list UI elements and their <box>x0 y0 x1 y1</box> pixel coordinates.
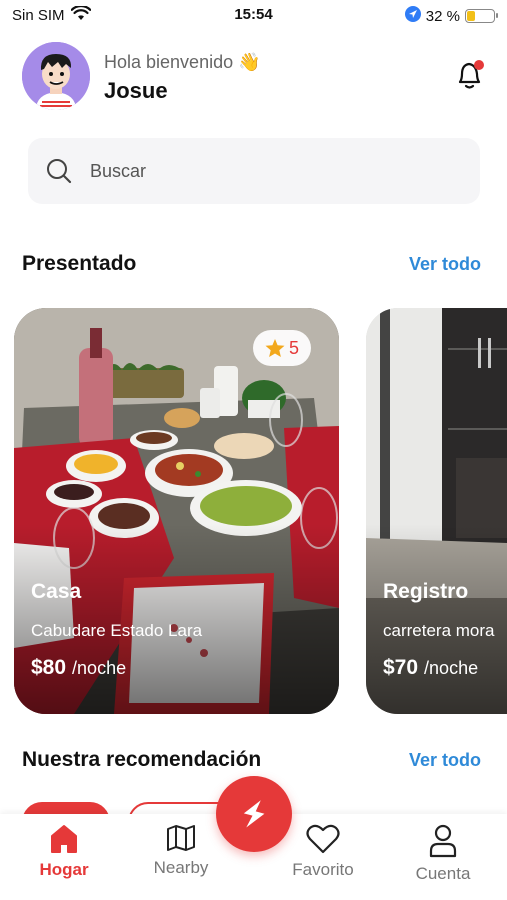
card-price: $80 <box>31 656 67 679</box>
username: Josue <box>104 78 168 103</box>
battery-icon <box>465 9 498 23</box>
quick-action-button[interactable] <box>216 776 292 852</box>
home-icon <box>51 825 77 853</box>
heart-icon <box>306 824 340 854</box>
card-price-unit: /noche <box>424 658 479 678</box>
nav-item-account[interactable]: Cuenta <box>398 824 488 884</box>
map-icon <box>167 825 195 851</box>
featured-title: Presentado <box>22 252 137 275</box>
recommendation-title: Nuestra recomendación <box>22 748 262 771</box>
search-input[interactable] <box>90 138 460 204</box>
user-icon <box>429 824 457 858</box>
battery-percent: 32 % <box>425 7 460 25</box>
card-gradient <box>14 524 339 714</box>
nav-item-nearby[interactable]: Nearby <box>136 824 226 878</box>
notification-dot <box>474 60 484 70</box>
avatar[interactable] <box>22 42 90 110</box>
notification-button[interactable] <box>455 58 485 92</box>
card-price: $70 <box>383 656 419 679</box>
nav-label-home: Hogar <box>39 860 89 879</box>
property-card[interactable]: 5 Casa Cabudare Estado Lara $80 /noche <box>14 308 339 714</box>
card-price-unit: /noche <box>72 658 127 678</box>
nav-label-nearby: Nearby <box>153 858 209 877</box>
property-card[interactable]: Registro carretera mora $70 /noche <box>366 308 507 714</box>
lightning-icon <box>243 800 265 828</box>
nav-item-home[interactable]: Hogar <box>19 824 109 880</box>
card-title: Casa <box>31 580 82 603</box>
greeting-text: Hola bienvenido 👋 <box>104 52 261 72</box>
card-price-row: $70 /noche <box>383 656 478 680</box>
status-right: 32 % <box>404 6 498 26</box>
featured-see-all-link[interactable]: Ver todo <box>409 254 481 275</box>
nav-item-favorites[interactable]: Favorito <box>278 824 368 880</box>
status-bar: Sin SIM 15:54 32 % <box>0 0 507 30</box>
star-icon <box>265 338 285 357</box>
location-arrow-icon <box>404 6 421 26</box>
search-icon <box>46 158 72 184</box>
rating-value: 5 <box>288 337 299 358</box>
card-location: Cabudare Estado Lara <box>31 621 203 640</box>
featured-carousel[interactable]: 5 Casa Cabudare Estado Lara $80 /noche R… <box>14 308 507 714</box>
rating-badge: 5 <box>252 330 311 366</box>
battery-fill <box>467 11 476 21</box>
card-gradient <box>366 524 507 714</box>
recommendation-see-all-link[interactable]: Ver todo <box>409 750 481 771</box>
header: Hola bienvenido 👋 Josue <box>22 40 485 110</box>
search-bar[interactable] <box>28 138 480 204</box>
nav-label-account: Cuenta <box>415 864 471 883</box>
nav-label-favorites: Favorito <box>292 860 354 879</box>
card-price-row: $80 /noche <box>31 656 126 680</box>
card-title: Registro <box>383 580 469 603</box>
card-location: carretera mora <box>383 621 495 640</box>
